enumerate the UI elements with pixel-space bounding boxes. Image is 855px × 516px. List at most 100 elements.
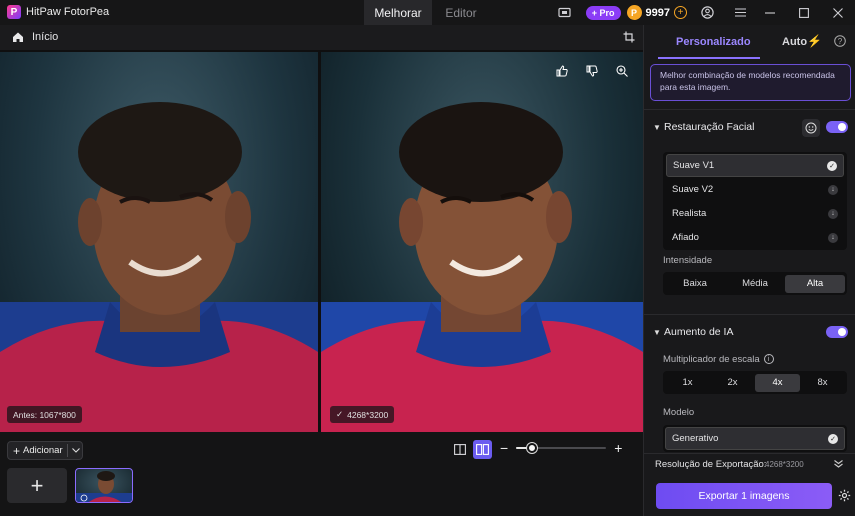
face-model-label: Realista bbox=[672, 208, 707, 219]
before-preview-image[interactable] bbox=[0, 52, 318, 432]
active-tab-indicator bbox=[658, 57, 760, 59]
upscale-model-label: Generativo bbox=[672, 433, 719, 444]
intensity-option[interactable]: Alta bbox=[785, 274, 845, 293]
zoom-control: − + bbox=[500, 441, 622, 455]
export-resolution-label: Resolução de Exportação: bbox=[655, 459, 767, 470]
scale-option[interactable]: 1x bbox=[665, 374, 710, 392]
face-restoration-title: Restauração Facial bbox=[664, 121, 755, 133]
upscale-model-option[interactable]: Generativo ✓ bbox=[665, 427, 845, 450]
caret-down-icon: ▼ bbox=[653, 122, 661, 132]
coin-icon: P bbox=[626, 5, 642, 20]
download-icon[interactable]: ↓ bbox=[828, 184, 838, 195]
face-model-option[interactable]: Afiado ↓ bbox=[666, 226, 844, 249]
face-model-option[interactable]: Suave V1 ✓ bbox=[666, 154, 844, 177]
face-model-option[interactable]: Realista ↓ bbox=[666, 202, 844, 225]
ai-upscale-title: Aumento de IA bbox=[664, 326, 734, 338]
home-icon[interactable] bbox=[12, 31, 24, 46]
face-model-option[interactable]: Suave V2 ↓ bbox=[666, 178, 844, 201]
face-model-list: Suave V1 ✓ Suave V2 ↓ Realista ↓ Afiado … bbox=[663, 152, 847, 250]
chevron-down-icon[interactable] bbox=[71, 445, 80, 456]
add-label: Adicionar bbox=[23, 445, 63, 456]
thumbs-down-icon[interactable] bbox=[581, 62, 603, 80]
export-button[interactable]: Exportar 1 imagens bbox=[656, 483, 832, 509]
face-restoration-header[interactable]: ▼ Restauração Facial bbox=[644, 116, 855, 138]
zoom-slider-handle[interactable] bbox=[527, 443, 538, 453]
tab-personalizado[interactable]: Personalizado bbox=[676, 36, 751, 48]
home-link[interactable]: Início bbox=[32, 31, 58, 43]
image-thumbnail[interactable] bbox=[75, 468, 133, 503]
download-icon[interactable]: ↓ bbox=[828, 208, 838, 219]
image-tools bbox=[551, 62, 633, 80]
maximize-icon[interactable] bbox=[787, 7, 821, 18]
zoom-slider[interactable] bbox=[516, 441, 607, 455]
title-bar: P HitPaw FotorPea Melhorar Editor + Pro … bbox=[0, 0, 855, 25]
ai-upscale-toggle[interactable] bbox=[826, 326, 848, 338]
face-icon[interactable] bbox=[802, 119, 820, 137]
model-label: Modelo bbox=[663, 407, 695, 418]
divider bbox=[644, 314, 855, 315]
before-size-text: Antes: 1067*800 bbox=[13, 409, 76, 420]
view-mode-toggle bbox=[450, 440, 492, 459]
tab-melhorar[interactable]: Melhorar bbox=[364, 0, 432, 25]
face-restoration-toggle[interactable] bbox=[826, 121, 848, 133]
settings-sidebar: Personalizado Auto ⚡ ? Melhor combinação… bbox=[643, 25, 855, 516]
scale-selector: 1x 2x 4x 8x bbox=[663, 371, 847, 394]
app-logo-icon: P bbox=[7, 5, 21, 19]
app-title: HitPaw FotorPea bbox=[26, 6, 110, 18]
after-size-label: ✓ 4268*3200 bbox=[330, 406, 395, 423]
tab-auto[interactable]: Auto bbox=[782, 36, 807, 48]
gear-icon[interactable] bbox=[838, 489, 851, 505]
intensity-option[interactable]: Baixa bbox=[665, 275, 725, 293]
ai-upscale-header[interactable]: ▼ Aumento de IA bbox=[644, 321, 855, 343]
plus-icon: + bbox=[13, 443, 21, 458]
menu-icon[interactable] bbox=[727, 8, 753, 17]
check-icon: ✓ bbox=[828, 433, 838, 444]
scale-option[interactable]: 4x bbox=[755, 373, 800, 392]
close-icon[interactable] bbox=[821, 7, 855, 18]
download-icon[interactable]: ↓ bbox=[828, 232, 838, 243]
titlebar-controls: + Pro P 9997 + bbox=[556, 0, 855, 25]
breadcrumb-bar: Início bbox=[0, 25, 643, 50]
info-icon[interactable]: i bbox=[763, 354, 774, 365]
split-view-icon[interactable] bbox=[450, 440, 469, 459]
after-size-text: 4268*3200 bbox=[347, 409, 389, 420]
before-size-label: Antes: 1067*800 bbox=[7, 406, 82, 423]
minimize-icon[interactable] bbox=[753, 11, 787, 14]
zoom-out-icon[interactable]: − bbox=[500, 441, 508, 455]
add-image-tile[interactable]: + bbox=[7, 468, 67, 503]
double-chevron-down-icon[interactable] bbox=[834, 459, 843, 470]
pro-badge-button[interactable]: + Pro bbox=[585, 5, 621, 20]
scale-option[interactable]: 8x bbox=[800, 374, 845, 392]
side-by-side-view-icon[interactable] bbox=[473, 440, 492, 459]
add-images-button[interactable]: + Adicionar bbox=[7, 441, 83, 460]
lightning-icon: ⚡ bbox=[807, 34, 822, 48]
add-credits-button[interactable]: + bbox=[674, 6, 687, 19]
export-resolution-value: 4268*3200 bbox=[765, 460, 804, 469]
scale-option[interactable]: 2x bbox=[710, 374, 755, 392]
account-icon[interactable] bbox=[687, 6, 727, 19]
intensity-option[interactable]: Média bbox=[725, 275, 785, 293]
after-preview-image[interactable] bbox=[321, 52, 643, 432]
main-tabs: Melhorar Editor bbox=[364, 0, 490, 25]
face-model-label: Suave V1 bbox=[673, 160, 715, 171]
divider bbox=[66, 444, 68, 457]
check-icon: ✓ bbox=[336, 409, 344, 419]
scale-multiplier-label: Multiplicador de escala i bbox=[663, 354, 774, 365]
zoom-in-icon[interactable] bbox=[611, 62, 633, 80]
check-icon: ✓ bbox=[827, 160, 837, 171]
intensity-label: Intensidade bbox=[663, 255, 713, 266]
screen-record-icon[interactable] bbox=[556, 7, 574, 19]
divider bbox=[644, 109, 855, 110]
intensity-selector: Baixa Média Alta bbox=[663, 272, 847, 295]
zoom-in-plus-icon[interactable]: + bbox=[614, 441, 622, 455]
mode-tabs: Personalizado Auto ⚡ ? bbox=[644, 25, 855, 59]
tab-editor[interactable]: Editor bbox=[432, 0, 490, 25]
help-icon[interactable]: ? bbox=[834, 35, 846, 50]
thumbs-up-icon[interactable] bbox=[551, 62, 573, 80]
export-resolution-row[interactable]: Resolução de Exportação: 4268*3200 bbox=[644, 453, 855, 475]
caret-down-icon: ▼ bbox=[653, 327, 661, 337]
face-model-label: Afiado bbox=[672, 232, 699, 243]
upscale-model-list: Generativo ✓ bbox=[663, 425, 847, 452]
svg-text:?: ? bbox=[838, 37, 843, 46]
crop-icon[interactable] bbox=[623, 31, 635, 46]
